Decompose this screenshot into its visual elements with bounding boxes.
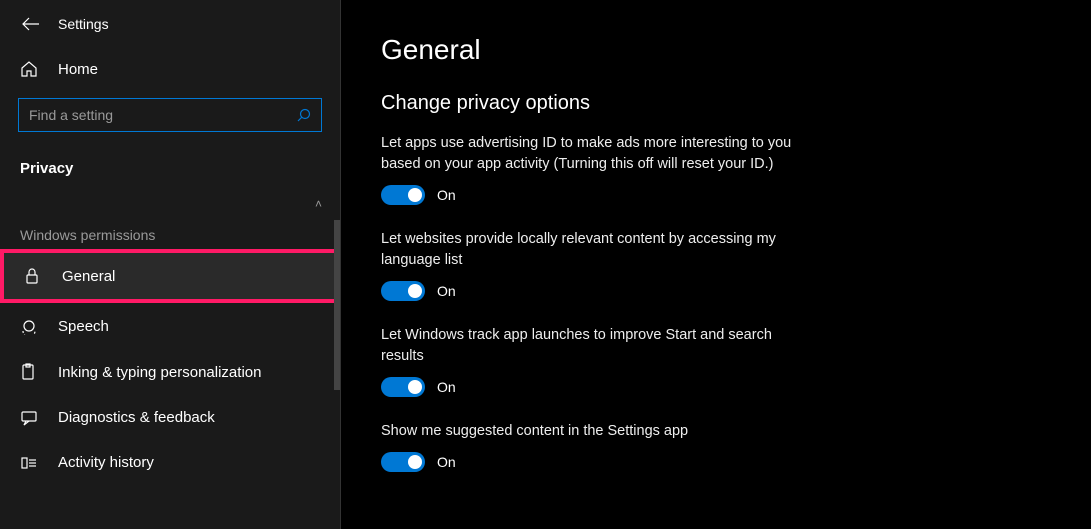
toggle-state-label: On xyxy=(437,187,456,203)
toggle-switch[interactable] xyxy=(381,452,425,472)
sidebar-item-label: General xyxy=(62,268,115,285)
toggle-knob xyxy=(408,188,422,202)
setting-track-app-launches: Let Windows track app launches to improv… xyxy=(381,325,801,397)
toggle-state-label: On xyxy=(437,283,456,299)
page-title: General xyxy=(381,34,1051,66)
lock-icon xyxy=(24,267,44,285)
sidebar-item-diagnostics[interactable]: Diagnostics & feedback xyxy=(0,395,340,440)
search-input[interactable] xyxy=(29,107,297,123)
toggle-row: On xyxy=(381,281,801,301)
setting-language-list: Let websites provide locally relevant co… xyxy=(381,229,801,301)
page-subtitle: Change privacy options xyxy=(381,92,1051,115)
header-row: Settings xyxy=(0,10,340,48)
toggle-switch[interactable] xyxy=(381,377,425,397)
toggle-state-label: On xyxy=(437,454,456,470)
sidebar-item-activity-history[interactable]: Activity history xyxy=(0,440,340,485)
back-arrow-icon[interactable] xyxy=(22,17,40,31)
sidebar-item-general[interactable]: General xyxy=(0,249,340,303)
toggle-switch[interactable] xyxy=(381,185,425,205)
nav-home-label: Home xyxy=(58,61,98,78)
toggle-knob xyxy=(408,380,422,394)
toggle-state-label: On xyxy=(437,379,456,395)
search-box[interactable] xyxy=(18,98,322,132)
sidebar-item-label: Activity history xyxy=(58,454,154,471)
setting-advertising-id: Let apps use advertising ID to make ads … xyxy=(381,133,801,205)
main-area: General Change privacy options Let apps … xyxy=(340,0,1091,529)
toggle-knob xyxy=(408,284,422,298)
clipboard-icon xyxy=(20,363,40,381)
sidebar-item-label: Speech xyxy=(58,318,109,335)
sidebar-item-label: Inking & typing personalization xyxy=(58,364,261,381)
toggle-row: On xyxy=(381,377,801,397)
speech-icon xyxy=(20,317,40,335)
setting-label: Let websites provide locally relevant co… xyxy=(381,229,801,271)
sidebar-item-inking[interactable]: Inking & typing personalization xyxy=(0,349,340,395)
chevron-up-icon[interactable]: ˄ xyxy=(315,197,322,211)
setting-label: Show me suggested content in the Setting… xyxy=(381,421,801,442)
setting-label: Let apps use advertising ID to make ads … xyxy=(381,133,801,175)
toggle-knob xyxy=(408,455,422,469)
feedback-icon xyxy=(20,410,40,426)
category-heading: Privacy xyxy=(0,140,340,187)
sidebar: Settings Home Privacy Windows permission… xyxy=(0,0,340,529)
scrollbar-thumb[interactable] xyxy=(334,220,340,390)
history-icon xyxy=(20,455,40,471)
section-header: Windows permissions ˄ xyxy=(0,187,340,249)
home-icon xyxy=(20,60,40,78)
nav-home[interactable]: Home xyxy=(0,48,340,88)
toggle-switch[interactable] xyxy=(381,281,425,301)
toggle-row: On xyxy=(381,452,801,472)
setting-label: Let Windows track app launches to improv… xyxy=(381,325,801,367)
app-title: Settings xyxy=(58,16,109,32)
section-header-label: Windows permissions xyxy=(20,227,155,243)
setting-suggested-content: Show me suggested content in the Setting… xyxy=(381,421,801,472)
sidebar-item-label: Diagnostics & feedback xyxy=(58,409,215,426)
search-icon xyxy=(297,108,311,122)
nav-list: General Speech Inking & typing personali… xyxy=(0,249,340,485)
toggle-row: On xyxy=(381,185,801,205)
sidebar-item-speech[interactable]: Speech xyxy=(0,303,340,349)
